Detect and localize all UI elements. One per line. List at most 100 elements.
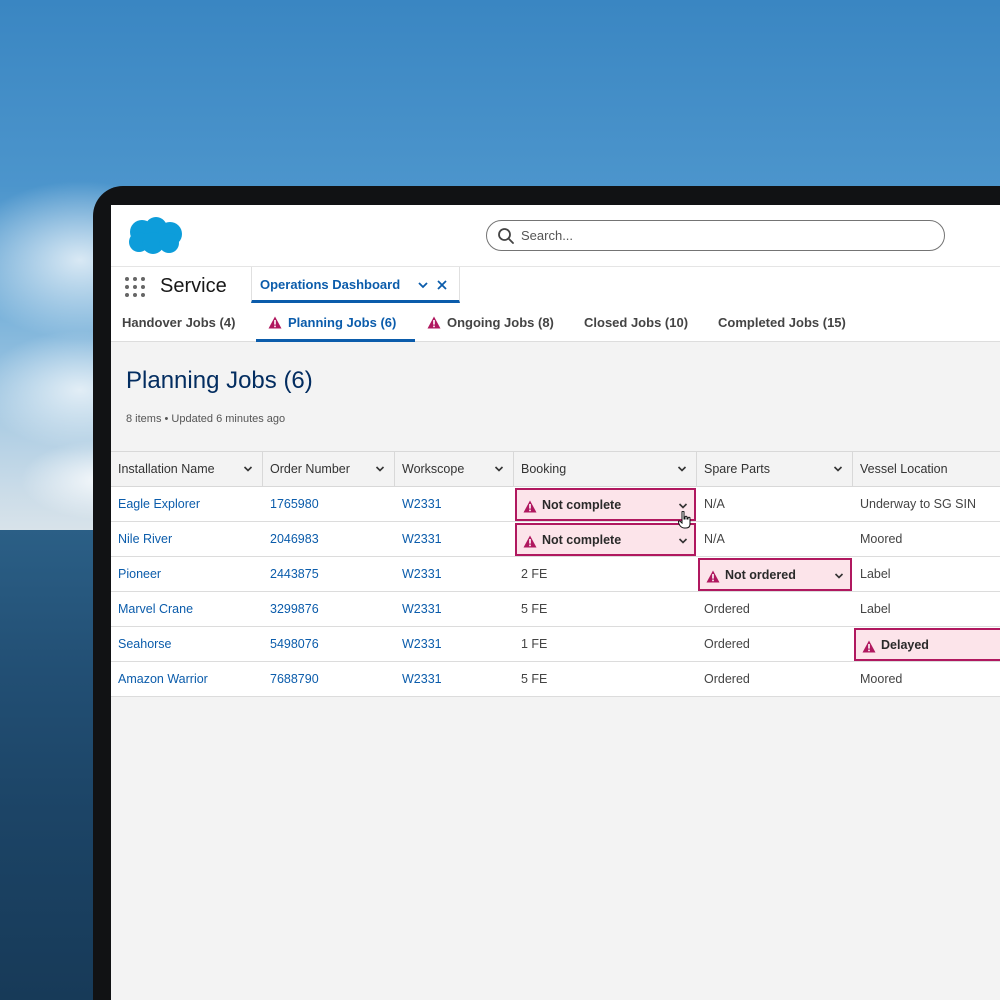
cell-workscope[interactable]: W2331	[395, 627, 514, 662]
cell-booking: 2 FE	[514, 557, 697, 592]
record-link[interactable]: W2331	[402, 567, 442, 581]
cell-vessel-location: Label	[853, 592, 1000, 627]
jobs-table: Installation Name Order Number Workscope…	[111, 451, 1000, 697]
cell-text: Moored	[860, 672, 903, 686]
cell-installation[interactable]: Marvel Crane	[111, 592, 263, 627]
record-link[interactable]: Eagle Explorer	[118, 497, 200, 511]
cell-installation[interactable]: Nile River	[111, 522, 263, 557]
cell-order-number[interactable]: 2443875	[263, 557, 395, 592]
cell-installation[interactable]: Seahorse	[111, 627, 263, 662]
cell-spare-parts: N/A	[697, 487, 853, 522]
chevron-down-icon[interactable]	[677, 464, 687, 474]
cell-order-number[interactable]: 1765980	[263, 487, 395, 522]
chevron-down-icon[interactable]	[678, 501, 688, 511]
record-link[interactable]: Seahorse	[118, 637, 172, 651]
record-link[interactable]: 7688790	[270, 672, 319, 686]
tab-completed-jobs[interactable]: Completed Jobs (15)	[707, 305, 867, 342]
cell-order-number[interactable]: 5498076	[263, 627, 395, 662]
record-link[interactable]: W2331	[402, 637, 442, 651]
tab-planning-jobs[interactable]: Planning Jobs (6)	[256, 305, 415, 342]
record-link[interactable]: 2046983	[270, 532, 319, 546]
record-link[interactable]: 1765980	[270, 497, 319, 511]
table-header: Installation Name Order Number Workscope…	[111, 452, 1000, 487]
cell-order-number[interactable]: 2046983	[263, 522, 395, 557]
chevron-down-icon[interactable]	[833, 464, 843, 474]
column-header-workscope[interactable]: Workscope	[395, 452, 514, 487]
tab-handover-jobs[interactable]: Handover Jobs (4)	[111, 305, 256, 342]
chevron-down-icon[interactable]	[834, 571, 844, 581]
alert-label: Not ordered	[725, 568, 796, 582]
cell-text: Ordered	[704, 602, 750, 616]
column-header-installation[interactable]: Installation Name	[111, 452, 263, 487]
app-name: Service	[160, 275, 227, 297]
record-link[interactable]: W2331	[402, 497, 442, 511]
chevron-down-icon[interactable]	[494, 464, 504, 474]
column-label: Spare Parts	[704, 462, 771, 476]
cell-text: 2 FE	[521, 567, 548, 581]
search-bar[interactable]: Search...	[486, 220, 945, 251]
record-link[interactable]: Nile River	[118, 532, 172, 546]
cell-text: 1 FE	[521, 637, 548, 651]
cell-installation[interactable]: Pioneer	[111, 557, 263, 592]
column-label: Booking	[521, 462, 567, 476]
booking-alert-picklist[interactable]: Not complete	[515, 488, 696, 521]
tab-closed-jobs[interactable]: Closed Jobs (10)	[573, 305, 707, 342]
warning-icon	[268, 316, 282, 329]
cell-workscope[interactable]: W2331	[395, 662, 514, 697]
tab-ongoing-jobs[interactable]: Ongoing Jobs (8)	[415, 305, 573, 342]
cell-order-number[interactable]: 3299876	[263, 592, 395, 627]
cell-installation[interactable]: Amazon Warrior	[111, 662, 263, 697]
cell-order-number[interactable]: 7688790	[263, 662, 395, 697]
record-link[interactable]: 2443875	[270, 567, 319, 581]
cell-text: 5 FE	[521, 602, 548, 616]
cell-text: N/A	[704, 532, 725, 546]
global-header: Search...	[111, 205, 1000, 267]
app-navigation-bar: Service Operations Dashboard	[111, 267, 1000, 305]
column-label: Order Number	[270, 462, 350, 476]
spare-alert-picklist[interactable]: Not ordered	[698, 558, 852, 591]
cell-booking: 1 FE	[514, 627, 697, 662]
column-header-order[interactable]: Order Number	[263, 452, 395, 487]
search-icon	[498, 228, 514, 244]
cell-spare-parts: N/A	[697, 522, 853, 557]
vessel-alert-picklist[interactable]: Delayed	[854, 628, 1000, 661]
record-link[interactable]: W2331	[402, 602, 442, 616]
cell-text: 5 FE	[521, 672, 548, 686]
chevron-down-icon[interactable]	[243, 464, 253, 474]
column-header-booking[interactable]: Booking	[514, 452, 697, 487]
booking-alert-picklist[interactable]: Not complete	[515, 523, 696, 556]
record-link[interactable]: Marvel Crane	[118, 602, 193, 616]
cell-workscope[interactable]: W2331	[395, 592, 514, 627]
column-label: Vessel Location	[860, 462, 948, 476]
record-link[interactable]: 5498076	[270, 637, 319, 651]
close-icon[interactable]	[435, 278, 449, 292]
record-link[interactable]: Pioneer	[118, 567, 161, 581]
cell-booking: Not complete	[514, 487, 697, 522]
column-header-vessel-location[interactable]: Vessel Location	[853, 452, 1000, 487]
search-placeholder: Search...	[521, 228, 574, 243]
app-launcher-icon[interactable]	[125, 277, 145, 297]
table-row: Pioneer 2443875 W2331 2 FE Not ordered Label	[111, 557, 1000, 592]
column-header-spare-parts[interactable]: Spare Parts	[697, 452, 853, 487]
cell-spare-parts: Ordered	[697, 627, 853, 662]
record-link[interactable]: W2331	[402, 672, 442, 686]
chevron-down-icon[interactable]	[678, 536, 688, 546]
chevron-down-icon[interactable]	[375, 464, 385, 474]
cell-workscope[interactable]: W2331	[395, 487, 514, 522]
chevron-down-icon[interactable]	[416, 278, 430, 292]
tab-label: Completed Jobs (15)	[718, 315, 846, 330]
alert-label: Delayed	[881, 638, 929, 652]
record-link[interactable]: W2331	[402, 532, 442, 546]
record-link[interactable]: Amazon Warrior	[118, 672, 208, 686]
cell-vessel-location: Label	[853, 557, 1000, 592]
record-link[interactable]: 3299876	[270, 602, 319, 616]
table-row: Seahorse 5498076 W2331 1 FE Ordered Delayed	[111, 627, 1000, 662]
tab-operations-dashboard[interactable]: Operations Dashboard	[251, 267, 460, 303]
cell-workscope[interactable]: W2331	[395, 522, 514, 557]
salesforce-cloud-logo[interactable]	[125, 215, 185, 257]
warning-icon	[523, 535, 537, 548]
table-row: Marvel Crane 3299876 W2331 5 FE Ordered Label	[111, 592, 1000, 627]
cell-workscope[interactable]: W2331	[395, 557, 514, 592]
cell-installation[interactable]: Eagle Explorer	[111, 487, 263, 522]
hand-cursor-icon	[678, 511, 691, 529]
